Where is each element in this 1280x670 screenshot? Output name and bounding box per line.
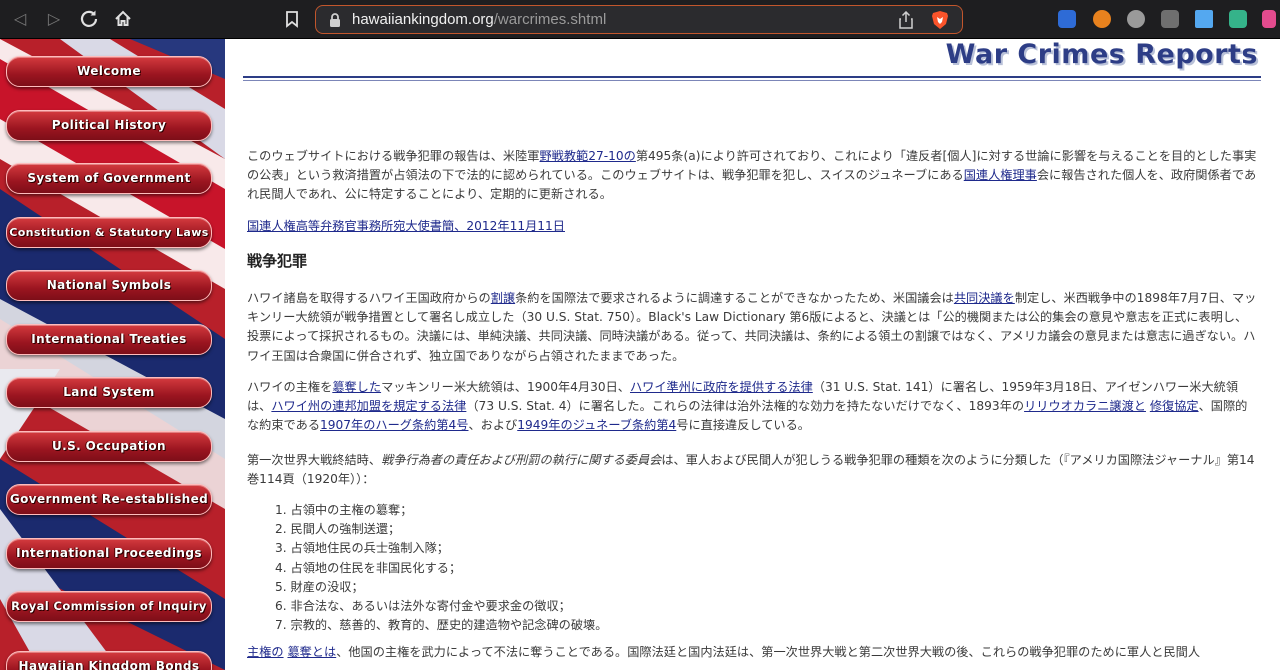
text: 、他国の主権を武力によって不法に奪うことである。国際法廷と国内法廷は、第一次世界… bbox=[336, 645, 1201, 659]
territory-act-link[interactable]: ハワイ準州に政府を提供する法律 bbox=[630, 380, 813, 394]
extension-icon[interactable] bbox=[1195, 10, 1213, 28]
brave-shield-icon[interactable] bbox=[930, 10, 950, 30]
url-text[interactable]: hawaiiankingdom.org/warcrimes.shtml bbox=[352, 11, 606, 28]
paragraph-commission: 第一次世界大戦終結時、戦争行為者の責任および刑罰の執行に関する委員会は、軍人およ… bbox=[247, 451, 1257, 489]
browser-toolbar: ◁ ▷ hawaiiankingdom.org/warcrimes.shtml bbox=[0, 0, 1280, 39]
sidebar-nav: Welcome Political History System of Gove… bbox=[0, 39, 225, 670]
sidebar-item-international-treaties[interactable]: International Treaties bbox=[6, 324, 212, 355]
share-icon[interactable] bbox=[898, 11, 914, 29]
intro-paragraph: このウェブサイトにおける戦争犯罪の報告は、米陸軍野戦教範27-10の第495条(… bbox=[247, 147, 1257, 205]
extension-icon[interactable] bbox=[1058, 10, 1076, 28]
war-crimes-list: 1. 占領中の主権の簒奪； 2. 民間人の強制送還； 3. 占領地住民の兵士強制… bbox=[275, 501, 607, 635]
restoration-agreement-link[interactable]: 修復協定 bbox=[1150, 399, 1199, 413]
liliuokalani-assignment-link[interactable]: リリウオカラニ譲渡と bbox=[1024, 399, 1146, 413]
lock-icon bbox=[330, 13, 340, 27]
list-item: 3. 占領地住民の兵士強制入隊； bbox=[275, 541, 449, 556]
sidebar-item-government-reestablished[interactable]: Government Re-established bbox=[6, 484, 212, 515]
statehood-act-link[interactable]: ハワイ州の連邦加盟を規定する法律 bbox=[271, 399, 466, 413]
list-item: 2. 民間人の強制送還； bbox=[275, 522, 401, 537]
sidebar-item-welcome[interactable]: Welcome bbox=[6, 56, 212, 87]
section-heading: 戦争犯罪 bbox=[247, 252, 308, 270]
metamask-icon[interactable] bbox=[1093, 10, 1111, 28]
sidebar-item-system-of-government[interactable]: System of Government bbox=[6, 163, 212, 194]
paragraph-usurpation-definition: 主権の 簒奪とは、他国の主権を武力によって不法に奪うことである。国際法廷と国内法… bbox=[247, 643, 1257, 662]
geneva-convention-link[interactable]: 1949年のジュネーブ条約第4 bbox=[517, 418, 676, 432]
text: 第一次世界大戦終結時、 bbox=[247, 453, 382, 467]
text: ハワイの主権を bbox=[247, 380, 333, 394]
sidebar-item-constitution[interactable]: Constitution & Statutory Laws bbox=[6, 217, 212, 248]
un-human-rights-council-link[interactable]: 国連人権理事 bbox=[964, 168, 1037, 182]
paragraph-usurpation: ハワイの主権を簒奪したマッキンリー米大統領は、1900年4月30日、ハワイ準州に… bbox=[247, 378, 1257, 436]
title-divider bbox=[243, 80, 1261, 81]
list-item: 5. 財産の没収； bbox=[275, 579, 364, 594]
usurped-link[interactable]: 簒奪した bbox=[332, 380, 381, 394]
text: 、および bbox=[468, 418, 518, 433]
reload-icon[interactable] bbox=[78, 8, 100, 30]
list-item: 1. 占領中の主権の簒奪； bbox=[275, 503, 413, 517]
extension-icon[interactable] bbox=[1127, 10, 1145, 28]
text: 条約を国際法で要求されるように調達することができなかったため、米国議会は bbox=[515, 291, 954, 305]
sidebar-item-land-system[interactable]: Land System bbox=[6, 377, 212, 408]
title-divider bbox=[243, 76, 1261, 78]
page-title: War Crimes Reports bbox=[945, 39, 1258, 70]
list-item: 4. 占領地の住民を非国民化する； bbox=[275, 560, 462, 575]
url-path: /warcrimes.shtml bbox=[493, 11, 607, 28]
usurpation-link[interactable]: 簒奪とは bbox=[287, 645, 336, 659]
text: ハワイ諸島を取得するハワイ王国政府からの bbox=[247, 291, 491, 305]
sidebar-item-us-occupation[interactable]: U.S. Occupation bbox=[6, 431, 212, 462]
paragraph-joint-resolution: ハワイ諸島を取得するハワイ王国政府からの割譲条約を国際法で要求されるように調達す… bbox=[247, 289, 1257, 366]
extension-icon[interactable] bbox=[1229, 10, 1247, 28]
text: マッキンリー米大統領は、1900年4月30日、 bbox=[381, 380, 630, 394]
sidebar-item-royal-commission[interactable]: Royal Commission of Inquiry bbox=[6, 591, 212, 622]
joint-resolution-link[interactable]: 共同決議を bbox=[954, 291, 1015, 305]
ambassador-letter-link[interactable]: 国連人権高等弁務官事務所宛大使書簡、2012年11月11日 bbox=[247, 219, 565, 233]
main-content: War Crimes Reports このウェブサイトにおける戦争犯罪の報告は、… bbox=[225, 39, 1280, 670]
download-icon[interactable] bbox=[1161, 10, 1179, 28]
list-item: 6. 非合法な、あるいは法外な寄付金や要求金の徴収； bbox=[275, 598, 571, 613]
bookmark-icon[interactable] bbox=[281, 8, 303, 30]
forward-arrow-icon[interactable]: ▷ bbox=[43, 8, 65, 30]
url-host: hawaiiankingdom.org bbox=[352, 11, 494, 28]
cession-link[interactable]: 割譲 bbox=[491, 291, 515, 305]
commission-name: 戦争行為者の責任および刑罰の執行に関する委員会 bbox=[381, 453, 662, 467]
sidebar-item-political-history[interactable]: Political History bbox=[6, 110, 212, 141]
back-arrow-icon[interactable]: ◁ bbox=[9, 8, 31, 30]
address-bar[interactable]: hawaiiankingdom.org/warcrimes.shtml bbox=[315, 5, 963, 34]
field-manual-link[interactable]: 野戦教範27-10の bbox=[540, 149, 636, 163]
sidebar-item-hawaiian-kingdom-bonds[interactable]: Hawaiian Kingdom Bonds bbox=[6, 651, 212, 670]
hague-convention-link[interactable]: 1907年のハーグ条約第4号 bbox=[320, 418, 468, 432]
home-icon[interactable] bbox=[112, 8, 134, 30]
sovereignty-link[interactable]: 主権の bbox=[247, 645, 284, 659]
sidebar-item-national-symbols[interactable]: National Symbols bbox=[6, 270, 212, 301]
extension-icon[interactable] bbox=[1262, 10, 1276, 28]
sidebar-item-international-proceedings[interactable]: International Proceedings bbox=[6, 538, 212, 569]
text: 号に直接違反している。 bbox=[676, 418, 810, 433]
list-item: 7. 宗教的、慈善的、教育的、歴史的建造物や記念碑の破壊。 bbox=[275, 618, 608, 633]
text: （73 U.S. Stat. 4）に署名した。これらの法律は治外法権的な効力を持… bbox=[466, 399, 1025, 414]
text: このウェブサイトにおける戦争犯罪の報告は、米陸軍 bbox=[247, 149, 540, 163]
